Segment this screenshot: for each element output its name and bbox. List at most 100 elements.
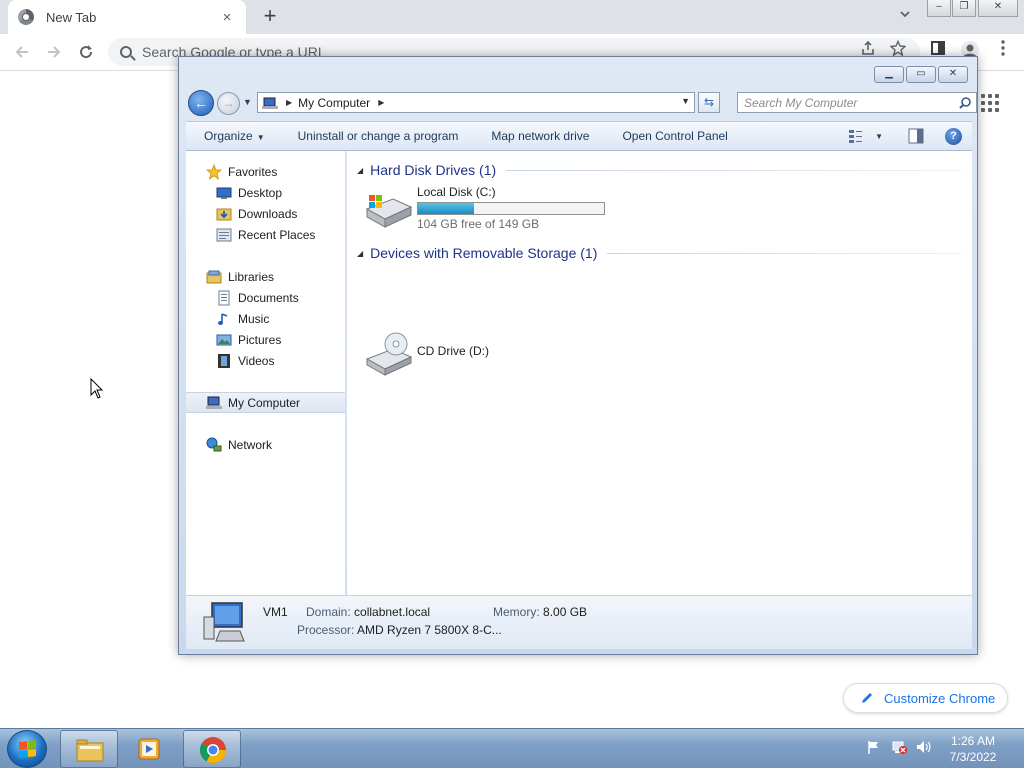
nav-item-recent-places[interactable]: Recent Places bbox=[186, 224, 345, 245]
drive-local-disk-c[interactable]: Local Disk (C:) 104 GB free of 149 GB bbox=[363, 185, 605, 231]
organize-menu[interactable]: Organize ▼ bbox=[186, 129, 280, 143]
group-removable-storage[interactable]: ◢ Devices with Removable Storage (1) bbox=[357, 243, 962, 263]
drive-cd-d[interactable]: CD Drive (D:) bbox=[363, 331, 489, 377]
browser-close-button[interactable]: ✕ bbox=[978, 0, 1018, 17]
back-arrow-icon[interactable] bbox=[10, 40, 34, 64]
nav-label: Libraries bbox=[228, 269, 275, 284]
nav-item-documents[interactable]: Documents bbox=[186, 287, 345, 308]
collapse-triangle-icon[interactable]: ◢ bbox=[357, 249, 363, 258]
action-center-flag-icon[interactable] bbox=[866, 739, 882, 755]
breadcrumb-separator-icon: ▶ bbox=[286, 98, 293, 107]
nav-label: Recent Places bbox=[238, 227, 316, 242]
search-icon[interactable] bbox=[958, 96, 972, 110]
customize-chrome-label: Customize Chrome bbox=[884, 690, 996, 706]
taskbar-explorer-button[interactable] bbox=[60, 730, 118, 768]
tab-new-tab[interactable]: New Tab × bbox=[8, 0, 246, 34]
address-dropdown-icon[interactable]: ▼ bbox=[681, 96, 690, 106]
address-bar[interactable]: ▶ My Computer ▶ ▼ bbox=[257, 92, 695, 113]
network-globe-icon bbox=[206, 437, 222, 451]
collapse-triangle-icon[interactable]: ◢ bbox=[357, 166, 363, 175]
explorer-window: ▁ ▭ ✕ ← → ▼ ▶ My Computer ▶ ▼ ⇆ Search M… bbox=[178, 56, 978, 655]
breadcrumb-separator-icon[interactable]: ▶ bbox=[378, 98, 384, 107]
view-options-chevron-icon[interactable]: ▼ bbox=[875, 132, 883, 141]
nav-item-favorites[interactable]: Favorites bbox=[186, 161, 345, 182]
forward-arrow-icon[interactable] bbox=[42, 40, 66, 64]
tab-title: New Tab bbox=[46, 9, 97, 25]
taskbar-media-player-button[interactable] bbox=[121, 730, 179, 768]
drive-usage-fill bbox=[418, 203, 475, 214]
cd-drive-icon bbox=[365, 332, 413, 376]
processor-detail: Processor: AMD Ryzen 7 5800X 8-C... bbox=[297, 623, 502, 637]
chrome-tabstrip: New Tab × + – ❐ ✕ bbox=[0, 0, 1024, 34]
new-tab-button[interactable]: + bbox=[258, 4, 282, 28]
media-player-icon bbox=[138, 738, 160, 760]
explorer-close-button[interactable]: ✕ bbox=[938, 66, 968, 83]
processor-label: Processor: bbox=[297, 623, 355, 637]
more-menu-icon[interactable] bbox=[993, 40, 1013, 60]
explorer-maximize-button[interactable]: ▭ bbox=[906, 66, 936, 83]
taskbar-chrome-button[interactable] bbox=[183, 730, 241, 768]
nav-item-network[interactable]: Network bbox=[186, 434, 345, 455]
taskbar-clock[interactable]: 1:26 AM 7/3/2022 bbox=[938, 733, 1008, 765]
drive-info: Local Disk (C:) 104 GB free of 149 GB bbox=[417, 185, 605, 231]
search-icon bbox=[120, 46, 132, 58]
memory-label: Memory: bbox=[493, 605, 540, 619]
refresh-button[interactable]: ⇆ bbox=[698, 92, 720, 113]
breadcrumb-my-computer[interactable]: My Computer bbox=[298, 96, 370, 110]
pictures-icon bbox=[216, 334, 232, 345]
windows-logo-icon bbox=[19, 740, 37, 758]
recent-places-icon bbox=[216, 228, 232, 241]
navigation-pane: Favorites Desktop Downloads Recent Place… bbox=[186, 151, 346, 595]
group-title: Devices with Removable Storage (1) bbox=[370, 245, 598, 261]
memory-value: 8.00 GB bbox=[543, 605, 588, 619]
nav-item-libraries[interactable]: Libraries bbox=[186, 266, 345, 287]
drive-name: Local Disk (C:) bbox=[417, 185, 496, 199]
help-icon[interactable]: ? bbox=[945, 127, 962, 145]
explorer-forward-button[interactable]: → bbox=[217, 92, 240, 115]
map-network-drive-button[interactable]: Map network drive bbox=[473, 129, 604, 143]
browser-minimize-button[interactable]: – bbox=[927, 0, 951, 17]
group-title: Hard Disk Drives (1) bbox=[370, 162, 497, 178]
computer-icon bbox=[206, 396, 222, 409]
explorer-minimize-button[interactable]: ▁ bbox=[874, 66, 904, 83]
desktop-icon bbox=[216, 187, 232, 199]
nav-label: Favorites bbox=[228, 164, 278, 179]
nav-item-downloads[interactable]: Downloads bbox=[186, 203, 345, 224]
tab-close-icon[interactable]: × bbox=[218, 9, 236, 26]
network-disconnected-icon[interactable] bbox=[891, 739, 907, 755]
computer-icon bbox=[203, 602, 245, 642]
browser-restore-button[interactable]: ❐ bbox=[952, 0, 976, 17]
domain-detail: Domain: collabnet.local bbox=[306, 605, 430, 619]
organize-label: Organize bbox=[204, 129, 253, 143]
change-view-icon[interactable] bbox=[847, 127, 865, 145]
open-control-panel-button[interactable]: Open Control Panel bbox=[604, 129, 742, 143]
memory-detail: Memory: 8.00 GB bbox=[493, 605, 587, 619]
uninstall-program-button[interactable]: Uninstall or change a program bbox=[280, 129, 474, 143]
start-button[interactable] bbox=[7, 730, 47, 768]
drive-usage-bar bbox=[417, 202, 605, 215]
libraries-icon bbox=[206, 270, 222, 283]
customize-chrome-button[interactable]: Customize Chrome bbox=[843, 683, 1008, 713]
processor-value: AMD Ryzen 7 5800X 8-C... bbox=[357, 623, 502, 637]
nav-item-pictures[interactable]: Pictures bbox=[186, 329, 345, 350]
nav-item-music[interactable]: Music bbox=[186, 308, 345, 329]
nav-label: Documents bbox=[238, 290, 299, 305]
domain-label: Domain: bbox=[306, 605, 351, 619]
nav-item-desktop[interactable]: Desktop bbox=[186, 182, 345, 203]
folder-icon bbox=[76, 739, 104, 762]
reload-icon[interactable] bbox=[74, 40, 98, 64]
preview-pane-icon[interactable] bbox=[907, 127, 925, 145]
nav-item-videos[interactable]: Videos bbox=[186, 350, 345, 371]
chrome-logo-icon bbox=[199, 737, 227, 764]
group-hard-disk-drives[interactable]: ◢ Hard Disk Drives (1) bbox=[357, 160, 962, 180]
explorer-search-input[interactable]: Search My Computer bbox=[737, 92, 977, 113]
google-apps-icon[interactable] bbox=[981, 94, 999, 112]
nav-item-my-computer[interactable]: My Computer bbox=[186, 392, 345, 413]
tab-search-chevron-icon[interactable] bbox=[896, 8, 914, 26]
nav-label: Downloads bbox=[238, 206, 298, 221]
drive-info: CD Drive (D:) bbox=[417, 331, 489, 377]
volume-speaker-icon[interactable] bbox=[915, 739, 931, 755]
explorer-back-button[interactable]: ← bbox=[188, 90, 214, 116]
recent-pages-chevron-icon[interactable]: ▼ bbox=[243, 97, 253, 107]
content-pane: ◢ Hard Disk Drives (1) Local Disk (C:) 1… bbox=[347, 151, 972, 595]
